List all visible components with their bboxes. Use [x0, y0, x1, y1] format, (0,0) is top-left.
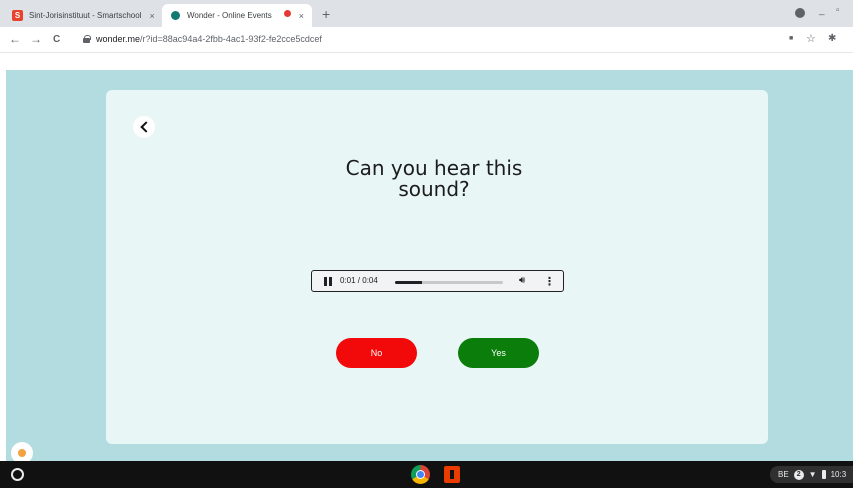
recording-indicator-icon: [284, 10, 291, 17]
page-top-margin: [0, 53, 853, 70]
chrome-app-icon[interactable]: [411, 465, 430, 484]
browser-toolbar: ← → C wonder.me/r?id=88ac94a4-2fbb-4ac1-…: [0, 27, 853, 53]
audio-progress-slider[interactable]: [395, 281, 503, 284]
profile-icon[interactable]: [795, 8, 805, 18]
smartschool-favicon-icon: S: [12, 10, 23, 21]
wonder-favicon-icon: [170, 10, 181, 21]
wifi-icon: ▼: [808, 470, 817, 479]
address-bar[interactable]: wonder.me/r?id=88ac94a4-2fbb-4ac1-93f2-f…: [96, 34, 322, 44]
no-button[interactable]: No: [336, 338, 417, 368]
media-control-icon[interactable]: ■: [789, 35, 793, 42]
back-arrow-icon[interactable]: ←: [9, 32, 21, 46]
question-heading: Can you hear this sound?: [345, 156, 523, 201]
minimize-button[interactable]: _: [819, 5, 825, 16]
forward-arrow-icon[interactable]: →: [30, 32, 42, 46]
pause-icon[interactable]: [324, 277, 332, 286]
tab-smartschool[interactable]: S Sint-Jorisinstituut - Smartschool ×: [4, 4, 162, 27]
sound-check-card: Can you hear this sound? 0:01 / 0:04 🔊︎ …: [106, 90, 768, 444]
locale-label: BE: [778, 470, 789, 479]
audio-progress-fill: [395, 281, 422, 284]
volume-icon[interactable]: 🔊︎: [519, 275, 525, 286]
browser-tabstrip: S Sint-Jorisinstituut - Smartschool × Wo…: [0, 0, 853, 27]
new-tab-button[interactable]: +: [322, 6, 330, 22]
yes-button[interactable]: Yes: [458, 338, 539, 368]
tab-title: Wonder - Online Events: [187, 11, 272, 20]
close-tab-icon[interactable]: ×: [299, 11, 304, 21]
url-path: /r?id=88ac94a4-2fbb-4ac1-93f2-fe2cce5cdc…: [140, 34, 322, 44]
clock: 10:3: [830, 470, 847, 479]
close-tab-icon[interactable]: ×: [149, 11, 154, 21]
bookmark-star-icon[interactable]: ☆: [806, 32, 816, 45]
audio-time: 0:01 / 0:04: [340, 276, 378, 285]
audio-player: 0:01 / 0:04 🔊︎ ⋮: [311, 270, 564, 292]
restore-button[interactable]: ▫: [836, 5, 840, 16]
status-tray[interactable]: BE 2 ▼ 10:3: [770, 466, 853, 483]
wonder-page: Can you hear this sound? 0:01 / 0:04 🔊︎ …: [6, 70, 853, 461]
notification-badge: 2: [793, 469, 804, 480]
os-shelf: BE 2 ▼ 10:3: [0, 461, 853, 488]
tab-title: Sint-Jorisinstituut - Smartschool: [29, 11, 142, 20]
reload-icon[interactable]: C: [53, 34, 60, 45]
extensions-puzzle-icon[interactable]: ✱: [828, 33, 836, 44]
office-app-icon[interactable]: [444, 466, 460, 483]
launcher-icon[interactable]: [11, 468, 24, 481]
battery-icon: [821, 470, 826, 479]
back-button[interactable]: [133, 116, 155, 138]
url-host: wonder.me: [96, 34, 141, 44]
lock-icon[interactable]: [83, 35, 91, 43]
more-options-icon[interactable]: ⋮: [544, 275, 555, 288]
